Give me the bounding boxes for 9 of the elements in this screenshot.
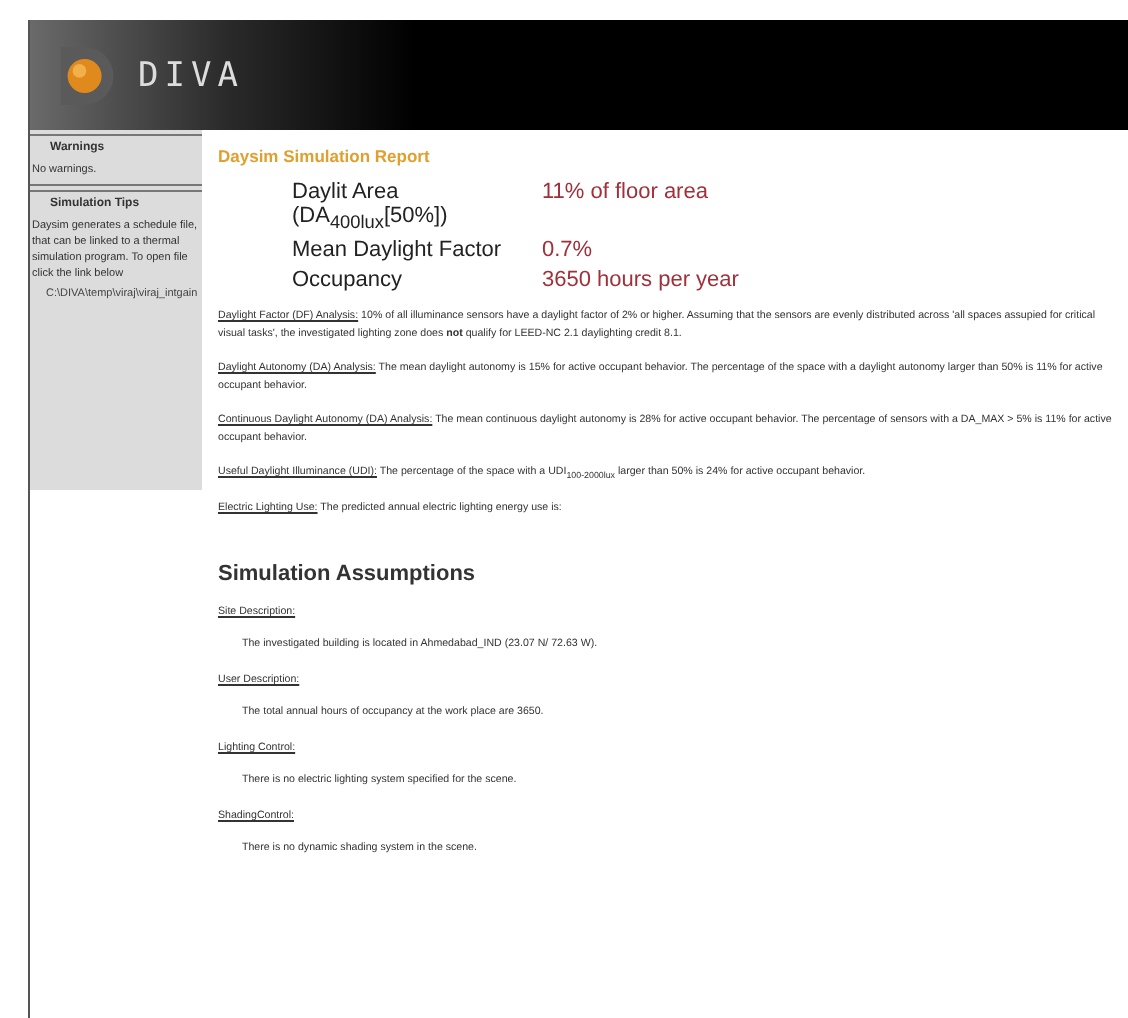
metric-label: Occupancy [292,268,405,293]
metric-value: 11% of floor area [542,180,710,208]
logo-text: DIVA [138,55,244,95]
metric-value: 0.7% [542,238,595,263]
metric-value: 3650 hours per year [542,268,739,293]
report-title: Daysim Simulation Report [218,146,432,166]
section-heading: Simulation Assumptions [218,562,478,587]
metric-label: Mean Daylight Factor [292,238,504,263]
metric-label: Daylit Area (DA$_{400lux}$[50%]) [292,180,450,233]
